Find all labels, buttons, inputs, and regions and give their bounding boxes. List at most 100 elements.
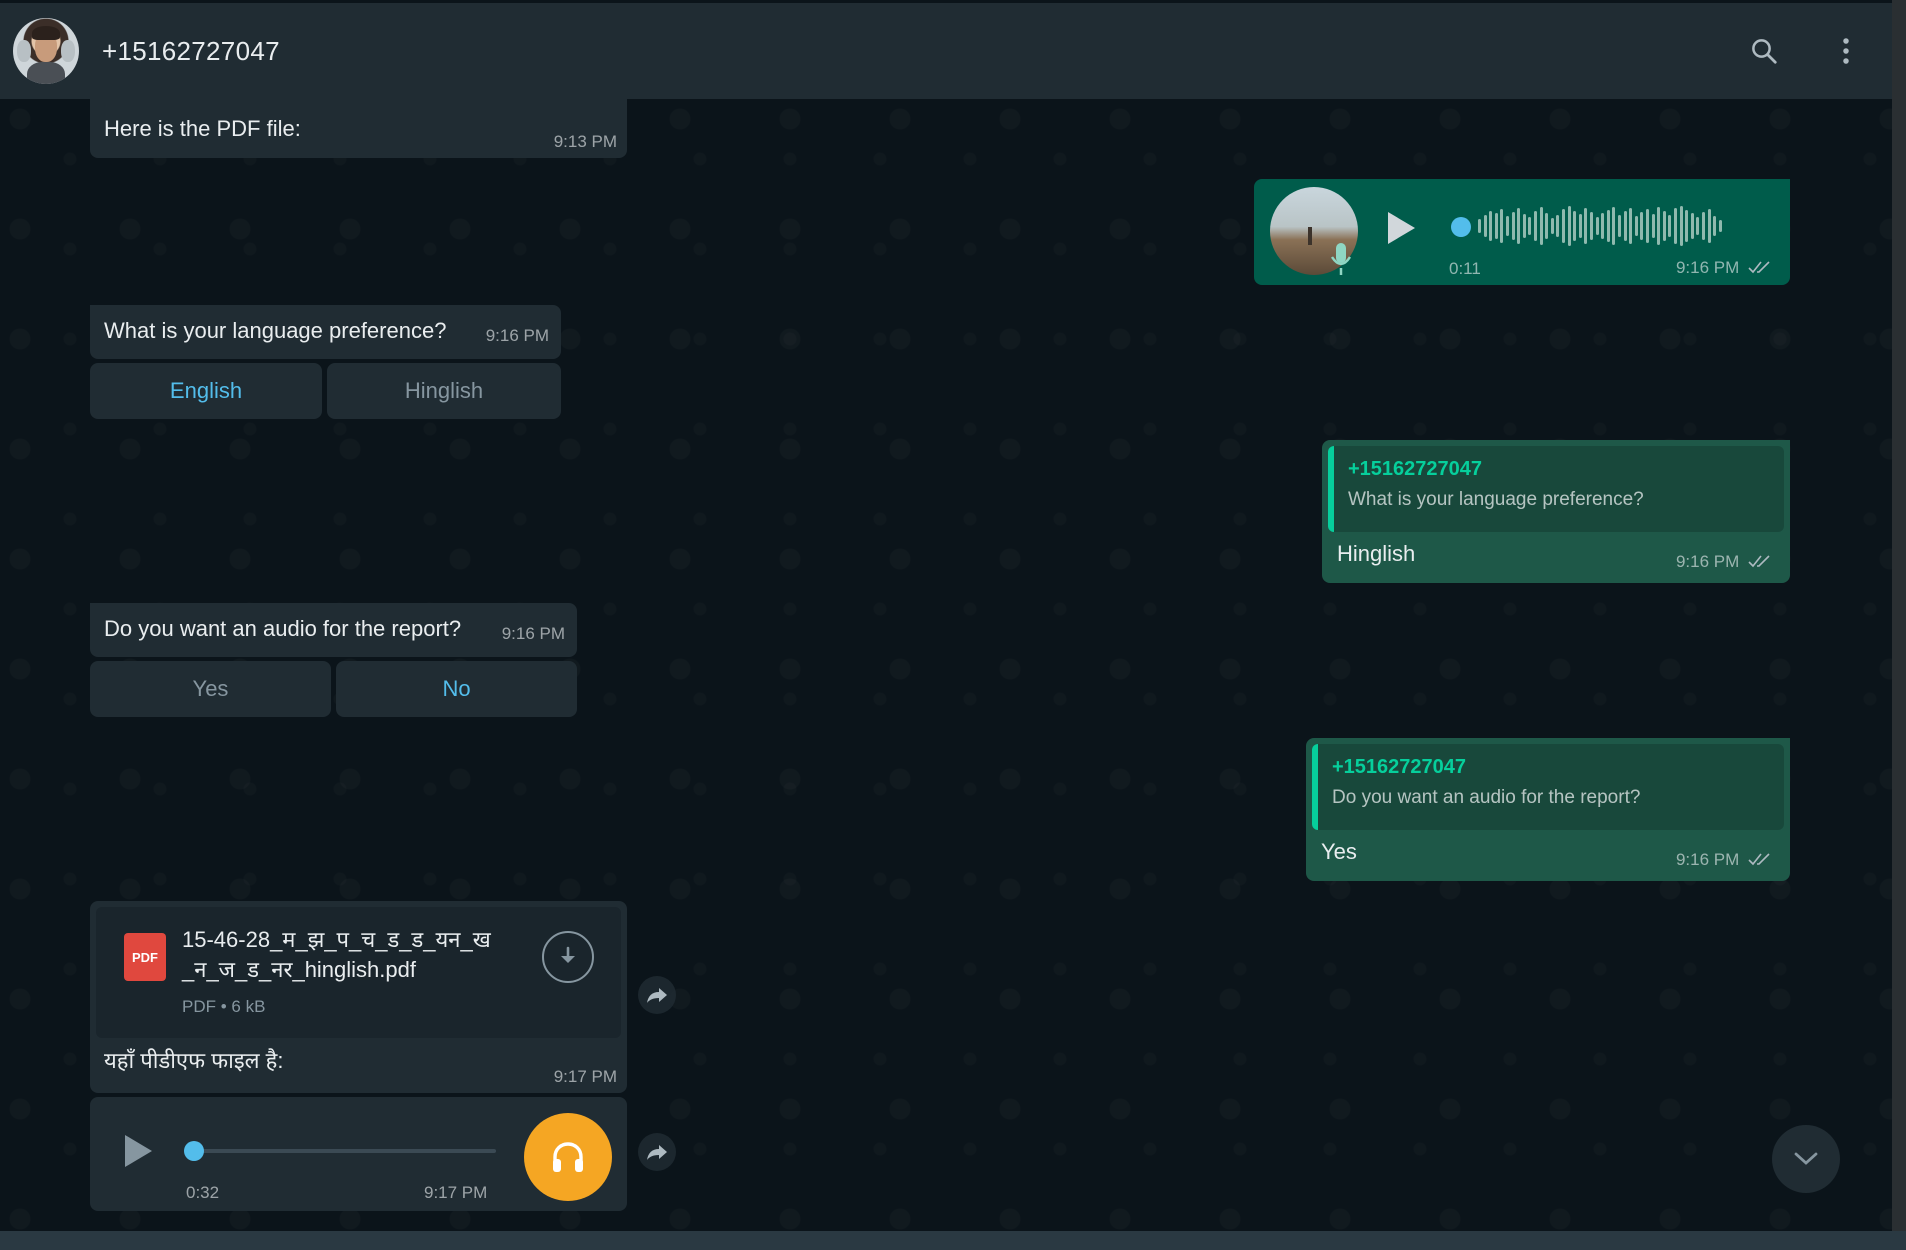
menu-dots-icon[interactable]: [1830, 35, 1862, 67]
forward-icon[interactable]: [638, 1133, 676, 1171]
waveform-bar: [1573, 211, 1577, 241]
message-time: 9:16 PM: [485, 326, 549, 345]
quoted-message[interactable]: +15162727047 Do you want an audio for th…: [1312, 744, 1784, 830]
read-ticks-icon: [1748, 261, 1770, 274]
waveform-bar: [1562, 209, 1565, 243]
waveform-bar: [1640, 212, 1644, 240]
scrollbar[interactable]: [1892, 0, 1906, 1250]
waveform-bar: [1606, 210, 1610, 242]
microphone-icon: [1330, 241, 1352, 277]
waveform-bar: [1685, 210, 1689, 242]
waveform-bar: [1696, 217, 1700, 235]
waveform-bar: [1506, 216, 1509, 236]
waveform-bar: [1522, 214, 1526, 238]
quoted-text: Do you want an audio for the report?: [1332, 787, 1641, 808]
play-icon[interactable]: [1384, 209, 1418, 247]
waveform-bar: [1478, 219, 1481, 233]
download-icon[interactable]: [542, 931, 594, 983]
chat-header: +15162727047: [0, 3, 1892, 99]
message-time: 9:16 PM: [1676, 850, 1772, 870]
waveform-bar: [1534, 211, 1537, 241]
waveform-bar: [1511, 212, 1515, 240]
message-text: Here is the PDF file:: [104, 116, 301, 141]
forward-icon[interactable]: [638, 976, 676, 1014]
chevron-down-icon: [1794, 1152, 1818, 1165]
message-time: 9:17 PM: [424, 1183, 488, 1202]
audio-progress-track[interactable]: [186, 1149, 496, 1153]
message-time: 9:13 PM: [553, 132, 617, 151]
waveform-bar: [1500, 209, 1504, 243]
search-icon[interactable]: [1748, 35, 1780, 67]
message-time: 9:16 PM: [501, 624, 565, 643]
waveform-bar: [1494, 213, 1498, 239]
waveform-bar: [1550, 218, 1554, 234]
contact-avatar[interactable]: [13, 18, 79, 84]
waveform-bar: [1590, 212, 1593, 240]
waveform-bar: [1657, 207, 1661, 245]
document-card[interactable]: PDF 15-46-28_म_झ_प_च_ड_ड_यन_ख _न_ज_ड_नर_…: [96, 907, 621, 1038]
audio-message-incoming: 0:32 9:17 PM: [90, 1097, 627, 1211]
quoted-sender: +15162727047: [1348, 458, 1483, 480]
quoted-sender: +15162727047: [1332, 756, 1467, 778]
document-meta: PDF • 6 kB: [182, 997, 266, 1016]
message-incoming: What is your language preference? 9:16 P…: [90, 305, 561, 359]
voice-duration: 0:11: [1449, 259, 1481, 278]
message-text: Yes: [1321, 839, 1357, 864]
document-filename: 15-46-28_म_झ_प_च_ड_ड_यन_ख _न_ज_ड_नर_hing…: [182, 927, 491, 982]
document-caption: यहाँ पीडीएफ फाइल है:: [104, 1048, 284, 1073]
waveform-bar: [1601, 213, 1605, 239]
waveform-bar: [1578, 214, 1582, 238]
message-time: 9:17 PM: [553, 1067, 617, 1086]
audio-duration: 0:32: [186, 1183, 220, 1202]
message-text: Hinglish: [1337, 541, 1416, 566]
waveform-bar: [1674, 208, 1677, 244]
waveform-bar: [1489, 211, 1493, 241]
waveform-bar: [1618, 215, 1621, 237]
bottom-bar: [0, 1231, 1906, 1250]
waveform-bar: [1713, 216, 1717, 236]
waveform-bar: [1702, 212, 1705, 240]
waveform-bar: [1651, 214, 1655, 238]
waveform-bar: [1668, 215, 1672, 237]
waveform-bar: [1662, 211, 1666, 241]
message-time: 9:16 PM: [1676, 552, 1772, 572]
quoted-message[interactable]: +15162727047 What is your language prefe…: [1328, 446, 1784, 532]
chat-window: +15162727047 Here is the PDF file: 9:13 …: [0, 0, 1892, 1250]
waveform-bar: [1567, 206, 1571, 246]
waveform-bar: [1718, 220, 1722, 232]
waveform-bar: [1584, 208, 1588, 244]
quoted-text: What is your language preference?: [1348, 489, 1644, 510]
waveform-bar: [1539, 207, 1543, 245]
waveform-bar: [1528, 217, 1532, 235]
waveform-bar: [1517, 208, 1521, 244]
contact-name[interactable]: +15162727047: [102, 36, 280, 67]
read-ticks-icon: [1748, 853, 1770, 866]
seek-knob[interactable]: [184, 1141, 204, 1161]
option-hinglish-button[interactable]: Hinglish: [327, 363, 561, 419]
option-yes-button[interactable]: Yes: [90, 661, 331, 717]
waveform-bar: [1679, 206, 1683, 246]
message-outgoing: +15162727047 What is your language prefe…: [1322, 440, 1790, 583]
option-no-button[interactable]: No: [336, 661, 577, 717]
seek-knob[interactable]: [1451, 217, 1471, 237]
waveform-bar: [1707, 209, 1711, 243]
message-outgoing: +15162727047 Do you want an audio for th…: [1306, 738, 1790, 881]
scroll-to-bottom-button[interactable]: [1772, 1125, 1840, 1193]
headphones-icon: [524, 1113, 612, 1201]
message-text: What is your language preference?: [104, 318, 447, 343]
message-incoming: Here is the PDF file: 9:13 PM: [90, 99, 627, 158]
message-time: 9:16 PM: [1676, 258, 1772, 278]
pdf-file-icon: PDF: [124, 933, 166, 981]
message-list[interactable]: Here is the PDF file: 9:13 PM 0:11 9:16 …: [0, 99, 1892, 1231]
read-ticks-icon: [1748, 555, 1770, 568]
waveform-bar: [1623, 211, 1627, 241]
voice-message-outgoing: 0:11 9:16 PM: [1254, 179, 1790, 285]
waveform-bar: [1483, 215, 1487, 237]
waveform-bar: [1690, 213, 1694, 239]
message-text: Do you want an audio for the report?: [104, 616, 462, 641]
message-incoming: Do you want an audio for the report? 9:1…: [90, 603, 577, 657]
play-icon[interactable]: [122, 1133, 154, 1169]
option-english-button[interactable]: English: [90, 363, 322, 419]
waveform[interactable]: [1478, 203, 1728, 249]
waveform-bar: [1634, 216, 1638, 236]
